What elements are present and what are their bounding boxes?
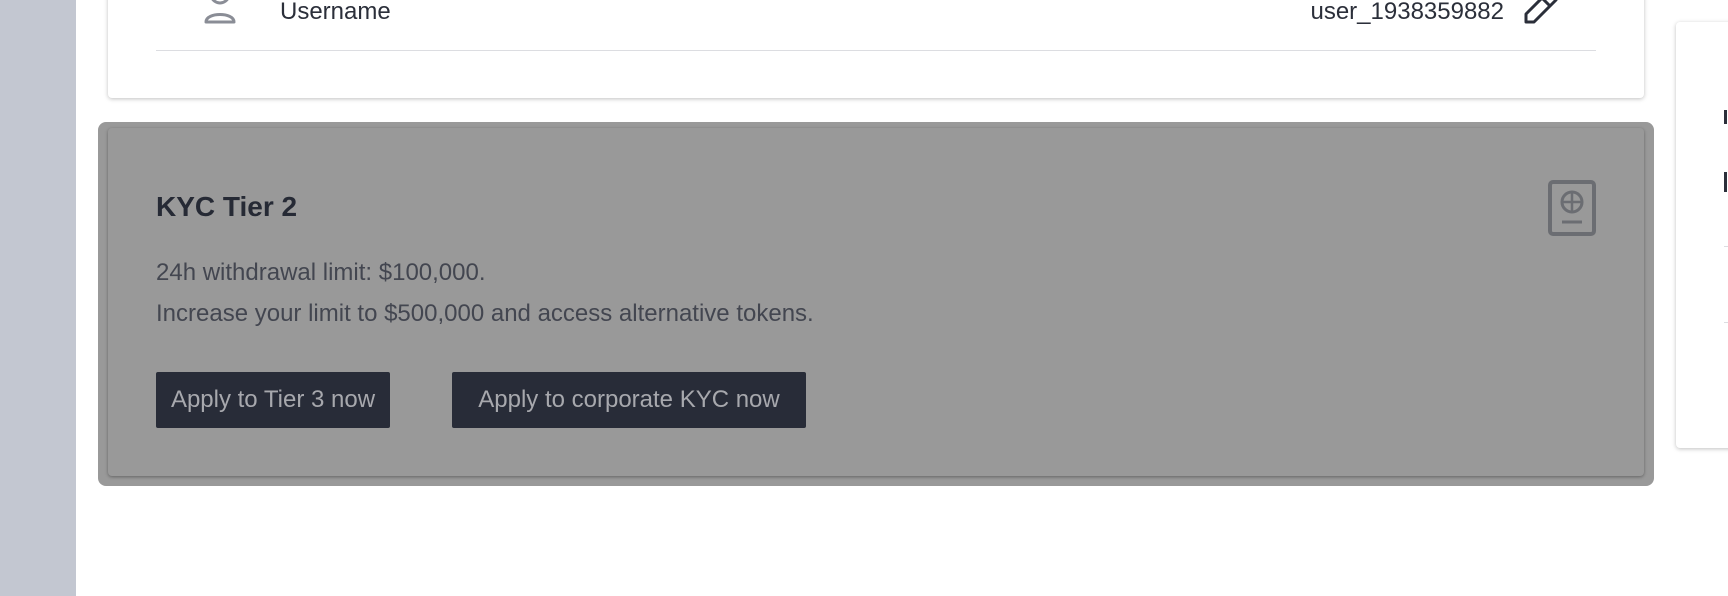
profile-card: Username user_1938359882 [108, 0, 1644, 98]
right-side-card [1676, 22, 1728, 448]
right-card-divider [1724, 246, 1728, 247]
edit-icon[interactable] [1522, 0, 1560, 24]
right-card-divider [1724, 322, 1728, 323]
username-value: user_1938359882 [1310, 0, 1504, 25]
username-row: Username user_1938359882 [156, 0, 1596, 51]
passport-icon [1548, 180, 1596, 236]
sidebar [0, 0, 76, 596]
withdrawal-limit-text: 24h withdrawal limit: $100,000. [156, 259, 486, 286]
increase-limit-text: Increase your limit to $500,000 and acce… [156, 300, 814, 327]
username-label: Username [280, 0, 391, 25]
apply-tier3-button[interactable]: Apply to Tier 3 now [156, 372, 390, 428]
right-card-text-fragment [1724, 172, 1727, 192]
right-card-text-fragment [1724, 110, 1727, 124]
apply-corporate-kyc-button[interactable]: Apply to corporate KYC now [452, 372, 806, 428]
user-icon [204, 0, 236, 24]
kyc-tier-card: KYC Tier 2 24h withdrawal limit: $100,00… [108, 128, 1644, 476]
kyc-title: KYC Tier 2 [156, 191, 298, 222]
